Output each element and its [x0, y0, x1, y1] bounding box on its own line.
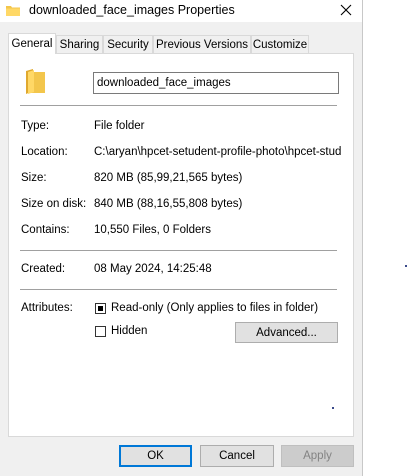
tab-customize[interactable]: Customize	[251, 35, 309, 53]
cancel-button[interactable]: Cancel	[200, 445, 274, 467]
tab-previous-versions[interactable]: Previous Versions	[153, 35, 251, 53]
created-label: Created:	[21, 263, 66, 275]
readonly-label[interactable]: Read-only (Only applies to files in fold…	[111, 302, 318, 314]
folder-icon	[6, 6, 20, 16]
size-value: 820 MB (85,99,21,565 bytes)	[94, 172, 243, 184]
separator	[20, 289, 337, 290]
separator	[20, 105, 337, 106]
title-bar: downloaded_face_images Properties	[0, 0, 362, 22]
location-value: C:\aryan\hpcet-setudent-profile-photo\hp…	[94, 146, 341, 158]
apply-button[interactable]: Apply	[281, 445, 354, 467]
created-value: 08 May 2024, 14:25:48	[94, 263, 212, 275]
advanced-button[interactable]: Advanced...	[235, 322, 338, 343]
location-label: Location:	[21, 146, 68, 158]
hidden-label[interactable]: Hidden	[111, 325, 147, 337]
close-icon	[340, 4, 352, 16]
size-on-disk-value: 840 MB (88,16,55,808 bytes)	[94, 198, 243, 210]
general-tab-panel	[8, 53, 354, 437]
separator	[20, 250, 337, 251]
size-label: Size:	[21, 172, 47, 184]
hidden-checkbox[interactable]	[95, 326, 106, 337]
type-label: Type:	[21, 120, 50, 132]
tab-sharing[interactable]: Sharing	[56, 35, 103, 53]
attributes-label: Attributes:	[21, 302, 73, 314]
close-button[interactable]	[331, 0, 361, 20]
tab-general[interactable]: General	[8, 33, 56, 54]
contains-label: Contains:	[21, 224, 70, 236]
tab-security[interactable]: Security	[103, 35, 153, 53]
properties-dialog: downloaded_face_images Properties Genera…	[0, 0, 363, 476]
ok-button[interactable]: OK	[119, 445, 192, 467]
window-title: downloaded_face_images Properties	[29, 3, 235, 17]
size-on-disk-label: Size on disk:	[21, 198, 87, 210]
type-value: File folder	[94, 120, 145, 132]
folder-name-field[interactable]	[93, 72, 339, 94]
large-folder-icon	[26, 69, 45, 94]
stray-dot	[332, 407, 334, 409]
contains-value: 10,550 Files, 0 Folders	[94, 224, 211, 236]
readonly-checkbox[interactable]	[95, 303, 106, 314]
